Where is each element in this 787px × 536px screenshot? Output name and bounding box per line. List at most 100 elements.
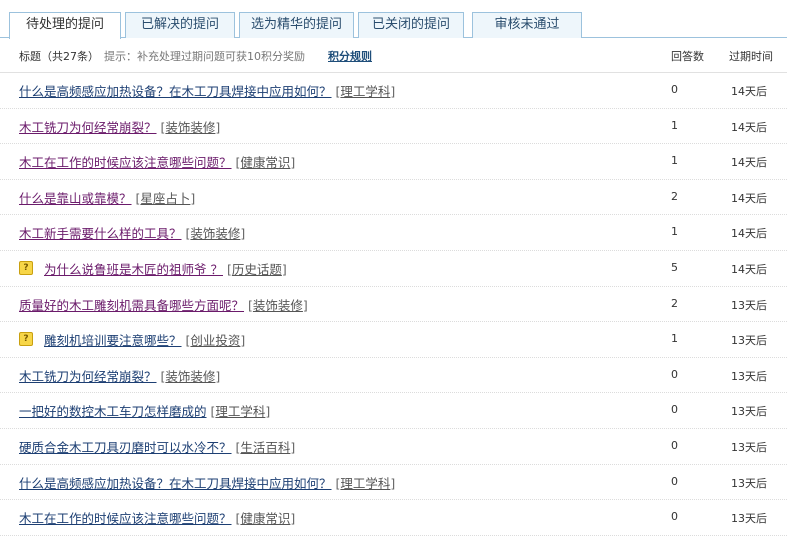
question-list: 什么是高频感应加热设备？在木工刀具焊接中应用如何？ [理工学科] 0 14天后 木工铣刀… [0, 73, 787, 536]
question-mark-icon: ? [19, 332, 33, 347]
question-title-link[interactable]: 木工在工作的时候应该注意哪些问题？ [19, 511, 232, 526]
hint-text: 提示：补充处理过期问题可获10积分奖励 [104, 50, 305, 63]
question-mark-icon: ? [19, 260, 33, 275]
expire-time: 14天后 [731, 262, 767, 276]
tab-featured[interactable]: 选为精华的提问 [239, 12, 354, 38]
expire-time: 14天后 [731, 85, 767, 98]
bracket-close: ] [240, 333, 246, 349]
category-tag: [装饰装修] [248, 298, 308, 313]
expire-time: 13天后 [731, 369, 767, 383]
answer-count: 0 [671, 474, 678, 488]
expire-time: 13天后 [731, 334, 767, 348]
category-link[interactable]: 创业投资 [190, 333, 240, 348]
points-rule-link[interactable]: 积分规则 [328, 48, 372, 64]
tab-solved[interactable]: 已解决的提问 [125, 12, 235, 38]
bracket-close: ] [390, 475, 396, 491]
question-title-link[interactable]: 什么是高频感应加热设备？在木工刀具焊接中应用如何？ [19, 84, 332, 99]
category-link[interactable]: 星座占卜 [140, 191, 190, 206]
answer-count: 5 [671, 260, 678, 274]
expire-time: 14天后 [731, 227, 767, 241]
answer-count: 0 [671, 367, 678, 381]
category-tag: [理工学科] [336, 476, 396, 491]
answer-count: 2 [671, 189, 678, 203]
category-link[interactable]: 装饰装修 [190, 226, 240, 241]
question-title-link[interactable]: 木工新手需要什么样的工具？ [19, 226, 182, 241]
expire-time: 13天后 [731, 405, 767, 419]
answer-count: 1 [671, 332, 678, 346]
category-link[interactable]: 历史话题 [232, 262, 282, 277]
question-row: 木工铣刀为何经常崩裂？ [装饰装修] 0 13天后 [0, 358, 787, 394]
category-tag: [生活百科] [236, 440, 296, 455]
question-title-link[interactable]: 木工铣刀为何经常崩裂？ [19, 369, 157, 384]
bracket-close: ] [302, 297, 308, 313]
category-link[interactable]: 理工学科 [340, 476, 390, 491]
category-link[interactable]: 装饰装修 [165, 120, 215, 135]
expire-time: 14天后 [731, 120, 767, 134]
expire-time: 14天后 [731, 191, 767, 205]
question-row: 什么是高频感应加热设备？在木工刀具焊接中应用如何？ [理工学科] 0 14天后 [0, 73, 787, 109]
question-row: 硬质合金木工刀具刃磨时可以水冷不？ [生活百科] 0 13天后 [0, 429, 787, 465]
question-cell: 木工铣刀为何经常崩裂？ [装饰装修] [19, 366, 220, 385]
question-cell: 木工新手需要什么样的工具？ [装饰装修] [19, 223, 245, 242]
answer-count: 0 [671, 510, 678, 524]
category-tag: [健康常识] [236, 511, 296, 526]
bracket-close: ] [281, 261, 287, 277]
question-title-link[interactable]: 为什么说鲁班是木匠的祖师爷 ？ [44, 262, 223, 277]
category-link[interactable]: 生活百科 [240, 440, 290, 455]
question-cell: 木工在工作的时候应该注意哪些问题？ [健康常识] [19, 508, 295, 527]
answer-count: 0 [671, 83, 678, 96]
question-title-link[interactable]: 质量好的木工雕刻机需具备哪些方面呢？ [19, 298, 244, 313]
expire-column-header: 过期时间 [729, 50, 773, 63]
list-title: 标题（共27条） [19, 50, 99, 63]
category-link[interactable]: 理工学科 [215, 404, 265, 419]
bracket-close: ] [190, 190, 196, 206]
question-cell: 一把好的数控木工车刀怎样磨成的 [理工学科] [19, 401, 270, 420]
bracket-close: ] [390, 84, 396, 99]
expire-time: 13天后 [731, 298, 767, 312]
category-tag: [装饰装修] [161, 369, 221, 384]
question-cell: 木工在工作的时候应该注意哪些问题？ [健康常识] [19, 152, 295, 171]
question-title-link[interactable]: 什么是靠山或靠模？ [19, 191, 132, 206]
question-row: 木工在工作的时候应该注意哪些问题？ [健康常识] 0 13天后 [0, 500, 787, 536]
category-link[interactable]: 健康常识 [240, 155, 290, 170]
question-row: 什么是靠山或靠模？ [星座占卜] 2 14天后 [0, 180, 787, 216]
expire-time: 13天后 [731, 476, 767, 490]
category-link[interactable]: 健康常识 [240, 511, 290, 526]
question-row: 木工新手需要什么样的工具？ [装饰装修] 1 14天后 [0, 215, 787, 251]
question-title-link[interactable]: 雕刻机培训要注意哪些？ [44, 333, 182, 348]
list-header: 标题（共27条） 提示：补充处理过期问题可获10积分奖励 积分规则 回答数 过期… [0, 39, 787, 73]
expire-time: 13天后 [731, 512, 767, 526]
category-tag: [健康常识] [236, 155, 296, 170]
question-title-link[interactable]: 木工在工作的时候应该注意哪些问题？ [19, 155, 232, 170]
question-cell: 雕刻机培训要注意哪些？ [创业投资] [44, 330, 245, 349]
category-tag: [历史话题] [227, 262, 287, 277]
category-link[interactable]: 装饰装修 [165, 369, 215, 384]
question-cell: 硬质合金木工刀具刃磨时可以水冷不？ [生活百科] [19, 437, 295, 456]
category-tag: [理工学科] [211, 404, 271, 419]
question-row: ? 雕刻机培训要注意哪些？ [创业投资] 1 13天后 [0, 322, 787, 358]
tab-rejected[interactable]: 审核未通过 [472, 12, 582, 38]
answer-count: 0 [671, 403, 678, 417]
tab-pending[interactable]: 待处理的提问 [9, 12, 121, 39]
question-row: 木工铣刀为何经常崩裂？ [装饰装修] 1 14天后 [0, 109, 787, 145]
question-title-link[interactable]: 硬质合金木工刀具刃磨时可以水冷不？ [19, 440, 232, 455]
answer-count: 1 [671, 225, 678, 239]
question-row: 一把好的数控木工车刀怎样磨成的 [理工学科] 0 13天后 [0, 393, 787, 429]
category-tag: [装饰装修] [186, 226, 246, 241]
category-tag: [星座占卜] [136, 191, 196, 206]
question-row: ? 为什么说鲁班是木匠的祖师爷 ？ [历史话题] 5 14天后 [0, 251, 787, 287]
expire-time: 14天后 [731, 156, 767, 170]
category-link[interactable]: 理工学科 [340, 84, 390, 99]
question-title-link[interactable]: 一把好的数控木工车刀怎样磨成的 [19, 404, 207, 419]
question-title-link[interactable]: 木工铣刀为何经常崩裂？ [19, 120, 157, 135]
question-title-link[interactable]: 什么是高频感应加热设备？在木工刀具焊接中应用如何？ [19, 476, 332, 491]
answer-count: 0 [671, 438, 678, 452]
tab-closed[interactable]: 已关闭的提问 [358, 12, 464, 38]
answer-count: 1 [671, 154, 678, 168]
category-tag: [装饰装修] [161, 120, 221, 135]
bracket-close: ] [290, 511, 296, 527]
expire-time: 13天后 [731, 440, 767, 454]
question-cell: 为什么说鲁班是木匠的祖师爷 ？ [历史话题] [44, 259, 287, 278]
category-link[interactable]: 装饰装修 [253, 298, 303, 313]
question-cell: 什么是高频感应加热设备？在木工刀具焊接中应用如何？ [理工学科] [19, 81, 395, 100]
